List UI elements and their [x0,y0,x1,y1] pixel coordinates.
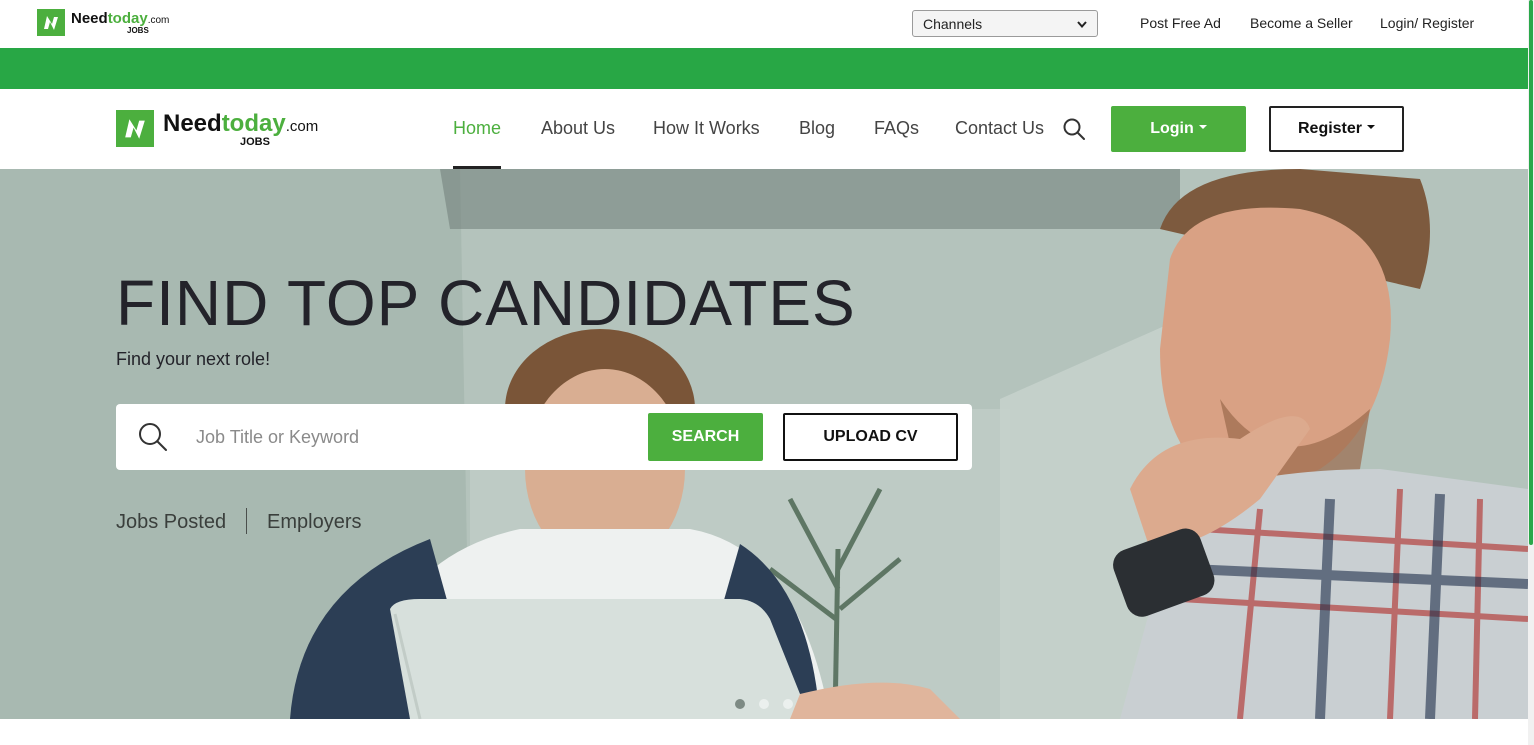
hero-title: FIND TOP CANDIDATES [116,267,856,339]
carousel-dot-2[interactable] [759,699,769,709]
register-button-label: Register [1297,120,1363,137]
channels-select[interactable]: Channels [912,10,1098,37]
hero-banner: FIND TOP CANDIDATES Find your next role!… [0,169,1528,719]
page: Needtoday.com JOBS Channels Post Free Ad… [0,0,1534,745]
carousel-dot-1[interactable] [735,699,745,709]
chevron-down-icon [1077,21,1087,29]
green-banner-bar [0,48,1528,89]
nav-item-faqs[interactable]: FAQs [874,118,919,139]
login-dropdown-button[interactable]: Login [1111,106,1246,152]
search-icon [139,423,167,451]
caret-down-icon [1198,125,1207,129]
nav-item-contact-us[interactable]: Contact Us [955,118,1044,139]
search-icon[interactable] [1062,117,1086,141]
search-button[interactable]: SEARCH [648,413,763,461]
become-a-seller-link[interactable]: Become a Seller [1250,15,1353,31]
nav-item-blog[interactable]: Blog [799,118,835,139]
nav-item-home[interactable]: Home [453,118,501,139]
scrollbar-thumb[interactable] [1529,0,1533,545]
job-search-bar: SEARCH UPLOAD CV [116,404,972,470]
logo-bolt-icon [37,9,65,36]
carousel-dot-3[interactable] [783,699,793,709]
channels-select-value: Channels [923,15,983,32]
logo-bolt-icon [116,110,154,147]
nav-item-how-it-works[interactable]: How It Works [653,118,760,139]
hero-subtitle: Find your next role! [116,349,271,369]
jobs-posted-stat: Jobs Posted [116,511,227,533]
main-navbar: Needtoday.com JOBS Home About Us How It … [0,89,1528,169]
caret-down-icon [1367,125,1376,129]
site-logo-small[interactable]: Needtoday.com JOBS [37,9,169,37]
login-button-label: Login [1150,120,1194,137]
post-free-ad-link[interactable]: Post Free Ad [1140,15,1221,31]
job-keyword-input[interactable] [196,422,636,452]
logo-wordmark: Needtoday.com JOBS [163,110,319,148]
carousel-indicators [735,699,807,709]
logo-wordmark: Needtoday.com JOBS [71,10,170,35]
site-logo[interactable]: Needtoday.com JOBS [116,110,318,150]
register-dropdown-button[interactable]: Register [1269,106,1404,152]
top-utility-bar: Needtoday.com JOBS Channels Post Free Ad… [0,0,1528,48]
login-register-link[interactable]: Login/ Register [1380,15,1474,31]
employers-stat: Employers [267,511,362,533]
upload-cv-button[interactable]: UPLOAD CV [783,413,958,461]
stat-divider [246,508,247,534]
nav-item-about-us[interactable]: About Us [541,118,615,139]
